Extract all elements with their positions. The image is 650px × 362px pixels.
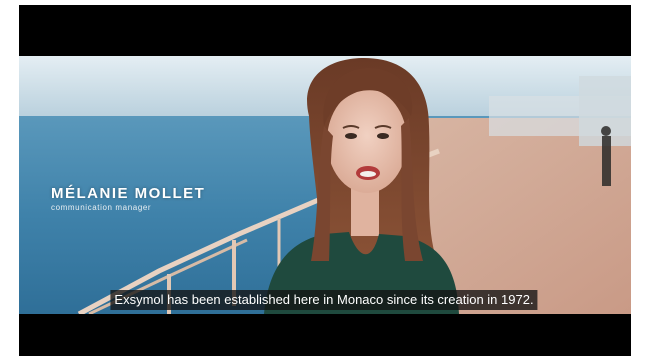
video-scene: MÉLANIE MOLLET communication manager Exs… — [19, 56, 631, 314]
speaker-name: MÉLANIE MOLLET — [51, 185, 206, 202]
letterbox-top — [19, 5, 631, 56]
speaker-role: communication manager — [51, 203, 152, 212]
video-frame[interactable]: MÉLANIE MOLLET communication manager Exs… — [19, 5, 631, 356]
letterbox-bottom — [19, 314, 631, 356]
subtitle-caption: Exsymol has been established here in Mon… — [110, 290, 538, 310]
